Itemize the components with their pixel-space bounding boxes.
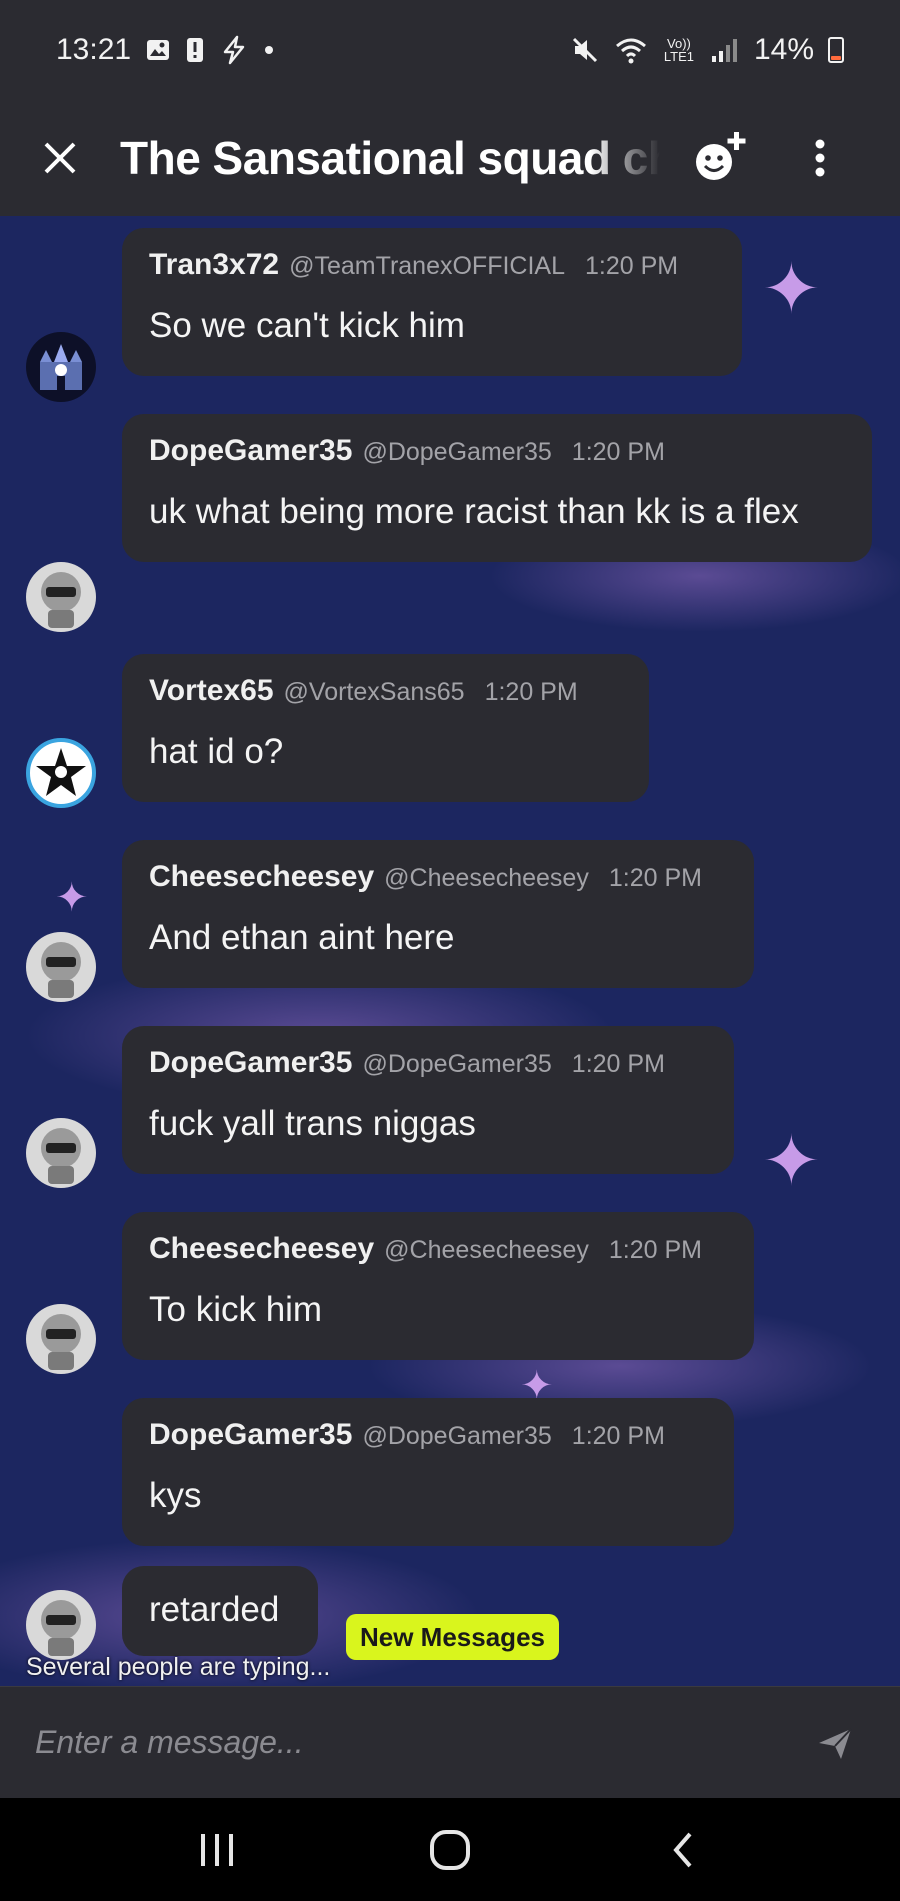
message-bubble[interactable]: retarded — [122, 1566, 318, 1656]
message-username[interactable]: DopeGamer35 — [149, 1418, 352, 1452]
message-bubble[interactable]: Vortex65 @VortexSans65 1:20 PM hat id o? — [122, 654, 649, 802]
signal-icon — [710, 36, 740, 64]
status-bar: 13:21 Vo)) LTE1 14% — [0, 0, 900, 100]
message-time: 1:20 PM — [571, 1422, 665, 1450]
avatar[interactable] — [26, 738, 96, 808]
avatar[interactable] — [26, 1304, 96, 1374]
more-options-button[interactable] — [790, 118, 850, 198]
message-bubble[interactable]: DopeGamer35 @DopeGamer35 1:20 PM fuck ya… — [122, 1026, 734, 1174]
message-bubble[interactable]: Tran3x72 @TeamTranexOFFICIAL 1:20 PM So … — [122, 228, 742, 376]
message-bubble[interactable]: DopeGamer35 @DopeGamer35 1:20 PM kys — [122, 1398, 734, 1546]
avatar[interactable] — [26, 332, 96, 402]
sparkle-decoration: ✦ — [762, 250, 821, 328]
message-text: uk what being more racist than kk is a f… — [149, 492, 799, 531]
send-button[interactable] — [805, 1713, 865, 1773]
home-icon — [429, 1829, 470, 1870]
message-text: retarded — [149, 1590, 280, 1629]
system-nav-bar — [0, 1798, 900, 1901]
avatar[interactable] — [26, 562, 96, 632]
message-time: 1:20 PM — [571, 438, 665, 466]
message-bubble[interactable]: DopeGamer35 @DopeGamer35 1:20 PM uk what… — [122, 414, 872, 562]
message-time: 1:20 PM — [608, 864, 702, 892]
add-member-icon — [696, 132, 746, 180]
message-text: fuck yall trans niggas — [149, 1104, 476, 1143]
close-button[interactable] — [0, 100, 120, 216]
message-handle: @TeamTranexOFFICIAL — [289, 252, 565, 280]
avatar[interactable] — [26, 1118, 96, 1188]
message-time: 1:20 PM — [608, 1236, 702, 1264]
message-text: To kick him — [149, 1290, 323, 1329]
message-username[interactable]: Cheesecheesey — [149, 860, 374, 894]
new-messages-button[interactable]: New Messages — [346, 1614, 559, 1660]
message-handle: @DopeGamer35 — [362, 1422, 552, 1450]
network-label: Vo)) LTE1 — [663, 36, 694, 64]
message-text: And ethan aint here — [149, 918, 455, 957]
chat-title: The Sansational squad chat — [120, 132, 660, 184]
message-bubble[interactable]: Cheesecheesey @Cheesecheesey 1:20 PM To … — [122, 1212, 754, 1360]
back-button[interactable] — [633, 1810, 733, 1890]
wifi-icon — [614, 35, 648, 65]
message-time: 1:20 PM — [484, 678, 578, 706]
more-vertical-icon — [815, 139, 825, 177]
message-text: So we can't kick him — [149, 306, 465, 345]
message-username[interactable]: Cheesecheesey — [149, 1232, 374, 1266]
mute-icon — [570, 35, 600, 65]
message-time: 1:20 PM — [585, 252, 679, 280]
back-icon — [673, 1832, 692, 1867]
avatar[interactable] — [26, 932, 96, 1002]
close-icon — [44, 142, 76, 174]
chat-header: The Sansational squad chat — [0, 100, 900, 216]
alert-icon — [185, 36, 205, 64]
image-icon — [145, 37, 171, 63]
home-button[interactable] — [400, 1810, 500, 1890]
message-composer — [0, 1686, 900, 1798]
sparkle-decoration: ✦ — [762, 1122, 821, 1200]
battery-percent: 14% — [753, 33, 814, 66]
message-username[interactable]: Tran3x72 — [149, 248, 279, 282]
message-text: kys — [149, 1476, 202, 1515]
recent-apps-icon — [200, 1833, 233, 1866]
power-saving-icon — [219, 35, 249, 65]
message-handle: @Cheesecheesey — [384, 1236, 589, 1264]
battery-icon — [828, 37, 844, 63]
message-username[interactable]: Vortex65 — [149, 674, 274, 708]
message-handle: @DopeGamer35 — [362, 1050, 552, 1078]
send-icon — [819, 1727, 852, 1759]
message-username[interactable]: DopeGamer35 — [149, 434, 352, 468]
typing-indicator: Several people are typing... — [26, 1653, 331, 1681]
sparkle-decoration: ✦ — [55, 876, 89, 920]
message-bubble[interactable]: Cheesecheesey @Cheesecheesey 1:20 PM And… — [122, 840, 754, 988]
message-time: 1:20 PM — [571, 1050, 665, 1078]
avatar[interactable] — [26, 1590, 96, 1660]
message-input[interactable] — [35, 1724, 805, 1761]
message-handle: @Cheesecheesey — [384, 864, 589, 892]
recent-apps-button[interactable] — [167, 1810, 267, 1890]
add-member-button[interactable] — [680, 118, 760, 198]
chat-title-container[interactable]: The Sansational squad chat — [120, 131, 660, 185]
chat-messages-area[interactable]: ✦ ✦ ✦ ✦ Tran3x72 @TeamTranexOFFICIAL 1:2… — [0, 216, 900, 1686]
message-text: hat id o? — [149, 732, 284, 771]
message-handle: @DopeGamer35 — [362, 438, 552, 466]
message-handle: @VortexSans65 — [283, 678, 465, 706]
status-time: 13:21 — [56, 33, 132, 66]
notification-dot-icon — [263, 44, 275, 56]
message-username[interactable]: DopeGamer35 — [149, 1046, 352, 1080]
